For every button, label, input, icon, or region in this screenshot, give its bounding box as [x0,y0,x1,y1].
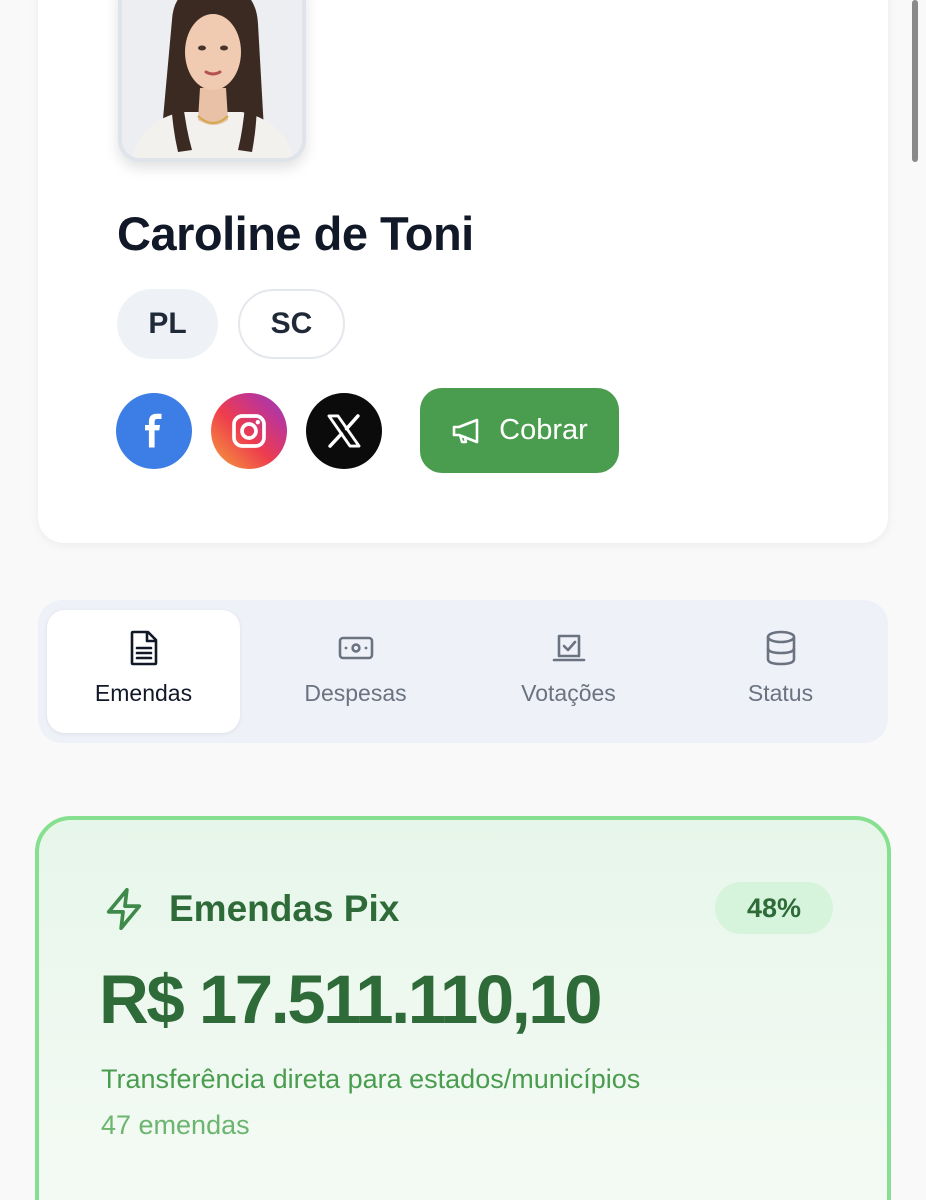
banknote-icon [338,636,373,660]
pix-title-row: Emendas Pix [101,886,399,932]
tab-label: Status [747,680,814,706]
tab-label: Votações [521,680,616,706]
emendas-pix-card[interactable]: Emendas Pix 48% R$ 17.511.110,10 Transfe… [35,816,891,1200]
profile-card: Caroline de Toni PL SC Cobrar [38,0,888,543]
megaphone-icon [452,418,479,443]
instagram-icon [232,414,266,448]
tab-despesas[interactable]: Despesas [259,610,452,733]
ballot-box-icon [552,634,585,662]
scrollbar[interactable] [912,0,918,162]
facebook-button[interactable] [116,393,192,469]
percentage-badge: 48% [715,882,833,934]
section-tabs: Emendas Despesas Votações Status [38,600,888,743]
pix-amount: R$ 17.511.110,10 [99,961,603,1038]
instagram-button[interactable] [211,393,287,469]
pix-count: 47 emendas [101,1110,250,1140]
tab-label: Emendas [94,680,193,706]
tab-status[interactable]: Status [684,610,877,733]
pix-description: Transferência direta para estados/municí… [101,1064,641,1094]
document-icon [130,630,157,666]
cobrar-button[interactable]: Cobrar [420,388,619,473]
party-chip[interactable]: PL [117,289,218,359]
tab-emendas[interactable]: Emendas [47,610,240,733]
facebook-icon [145,413,162,448]
avatar [118,0,306,162]
x-icon [327,414,361,448]
cobrar-label: Cobrar [499,414,588,446]
lightning-icon [106,888,142,930]
x-button[interactable] [306,393,382,469]
tab-label: Despesas [304,680,407,706]
pix-title: Emendas Pix [169,888,400,929]
database-icon [766,630,795,666]
state-chip[interactable]: SC [238,289,345,359]
person-photo-icon [122,0,302,158]
tab-votacoes[interactable]: Votações [472,610,665,733]
profile-name: Caroline de Toni [117,207,474,260]
